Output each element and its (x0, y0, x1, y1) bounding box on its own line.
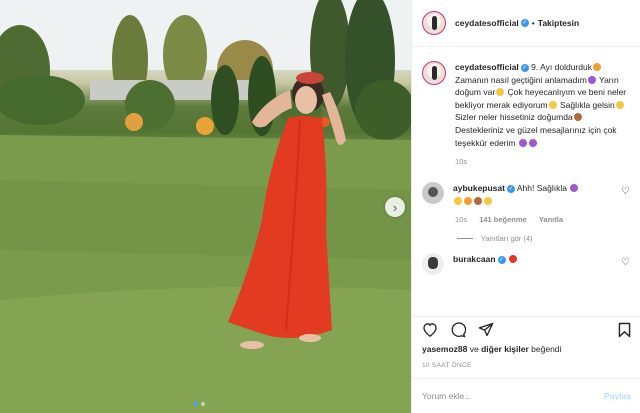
carousel-indicator (194, 402, 205, 406)
post-header: ceydatesofficial ✓ • Takiptesin (412, 0, 640, 47)
liked-by-suffix: beğendi (528, 344, 562, 354)
author-avatar[interactable] (422, 61, 446, 85)
comment-body: Ahh! Sağlıkla (514, 183, 570, 194)
caption-part-2: Zamanın nasıl geçtiğini anlamadım (455, 74, 587, 85)
comment-like-heart-icon[interactable]: ♡ (621, 186, 630, 199)
chevron-right-icon: › (392, 199, 398, 215)
comment-time[interactable]: 10s (455, 215, 467, 224)
rose-emoji-icon (508, 255, 517, 264)
emoji-icon (496, 88, 505, 97)
follow-status-button[interactable]: Takiptesin (538, 18, 579, 28)
caption-text: ceydatesofficial ✓ 9. Ayı doldurduk Zaman… (455, 61, 630, 149)
emoji-icon (484, 196, 492, 205)
verified-badge-icon: ✓ (506, 184, 515, 193)
comment-icon[interactable] (450, 321, 466, 338)
purple-heart-icon (518, 138, 527, 147)
comment-item: aybukepusat ✓ Ahh! Sağlıkla ♡ (422, 182, 630, 207)
commenter-avatar[interactable] (422, 182, 444, 205)
carousel-dot-active (194, 402, 198, 406)
comment-text: aybukepusat ✓ Ahh! Sağlıkla (453, 182, 630, 207)
comment-text: burakcaan ✓ (453, 253, 630, 275)
verified-badge-icon: ✓ (520, 19, 529, 27)
liked-by-user[interactable]: yasemoz88 (422, 344, 467, 354)
caption-username[interactable]: ceydatesofficial (455, 62, 519, 72)
emoji-icon (573, 113, 582, 122)
caption-part-1: 9. Ayı doldurduk (531, 62, 592, 72)
caption-part-6: Sizler neler hissetiniz doğumda (455, 112, 573, 123)
action-bar (412, 316, 640, 342)
heart-icon[interactable] (422, 322, 438, 337)
verified-badge-icon: ✓ (497, 256, 506, 265)
comment-likes-count[interactable]: 141 beğenme (479, 215, 527, 224)
comment-username[interactable]: burakcaan (453, 254, 496, 264)
emoji-icon (454, 196, 462, 205)
reply-button[interactable]: Yanıtla (539, 215, 563, 224)
caption-time[interactable]: 10s (455, 157, 467, 166)
commenter-avatar[interactable] (422, 253, 444, 276)
author-avatar[interactable] (422, 11, 446, 35)
garden-scene (0, 0, 411, 413)
emoji-icon (587, 75, 596, 84)
liked-by-others[interactable]: diğer kişiler (481, 344, 529, 354)
post-sidebar: ceydatesofficial ✓ • Takiptesin ceydates… (411, 0, 640, 413)
caption-meta: 10s (455, 157, 630, 166)
comment-box: Paylaş (412, 378, 640, 413)
post-comment-button[interactable]: Paylaş (604, 391, 631, 401)
liked-by-text: yasemoz88 ve diğer kişiler beğendi (422, 344, 561, 354)
emoji-icon (548, 100, 557, 109)
liked-by-connector: ve (467, 344, 482, 354)
post-photo[interactable]: › (0, 0, 411, 413)
emoji-icon (615, 100, 624, 109)
caption: ceydatesofficial ✓ 9. Ayı doldurduk Zaman… (422, 61, 630, 149)
purple-heart-icon (570, 184, 579, 193)
separator-dot: • (531, 18, 535, 28)
comment-input[interactable] (422, 391, 605, 401)
next-photo-button[interactable]: › (385, 197, 405, 217)
bookmark-icon[interactable] (618, 322, 631, 338)
comment-body (506, 254, 508, 264)
comment-meta: 10s 141 beğenme Yanıtla (455, 215, 630, 224)
emoji-icon (592, 63, 601, 71)
paper-plane-icon[interactable] (478, 322, 494, 337)
emoji-icon (464, 196, 472, 205)
verified-badge-icon: ✓ (520, 63, 529, 72)
comment-username[interactable]: aybukepusat (453, 183, 505, 193)
comment-like-heart-icon[interactable]: ♡ (621, 257, 630, 270)
purple-heart-icon (528, 138, 537, 147)
comment-item: burakcaan ✓ ♡ (422, 253, 630, 276)
carousel-dot (201, 402, 205, 406)
caption-part-5: Sağlıkla gelsin (557, 99, 615, 110)
comments-list: ceydatesofficial ✓ 9. Ayı doldurduk Zaman… (412, 47, 640, 276)
emoji-icon (474, 196, 482, 205)
post-timestamp[interactable]: 10 SAAT ÖNCE (422, 362, 472, 369)
view-replies-button[interactable]: Yanıtları gör (4) (457, 234, 630, 243)
author-username[interactable]: ceydatesofficial (455, 18, 519, 28)
